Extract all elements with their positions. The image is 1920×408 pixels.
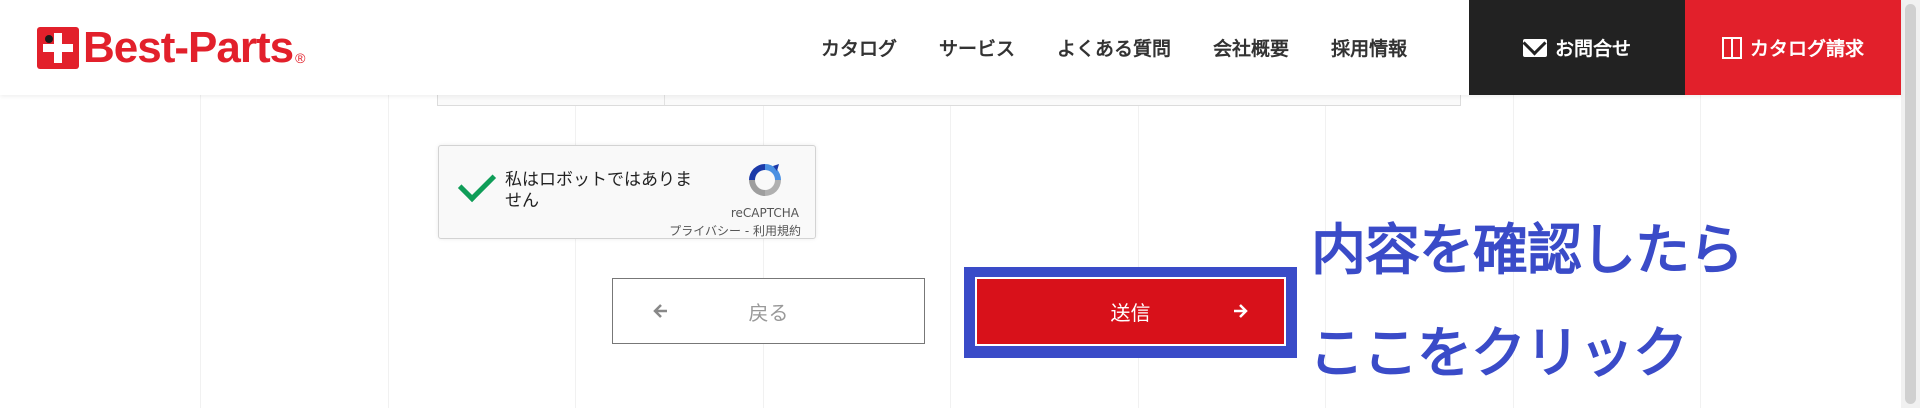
contact-label: お問合せ bbox=[1554, 38, 1631, 60]
send-label: 送信 bbox=[1110, 301, 1151, 325]
site-header: Best-Parts ® カタログ サービス よくある質問 会社概要 採用情報 … bbox=[0, 0, 1901, 95]
recaptcha-links[interactable]: プライバシー - 利用規約 bbox=[669, 222, 801, 239]
book-icon bbox=[1721, 36, 1742, 59]
logo-text: Best-Parts bbox=[83, 23, 294, 72]
checkmark-icon[interactable] bbox=[457, 163, 497, 203]
contact-button[interactable]: お問合せ bbox=[1469, 0, 1685, 95]
recaptcha-label: 私はロボットではありません bbox=[505, 170, 692, 211]
scrollbar[interactable] bbox=[1901, 0, 1920, 408]
logo-puzzle-icon bbox=[37, 27, 79, 69]
registered-mark: ® bbox=[295, 50, 306, 66]
nav-recruit[interactable]: 採用情報 bbox=[1331, 34, 1407, 61]
back-label: 戻る bbox=[748, 300, 789, 325]
catalog-request-label: カタログ請求 bbox=[1749, 38, 1864, 60]
scrollbar-thumb[interactable] bbox=[1905, 4, 1916, 404]
annotation-line-2: ここをクリック bbox=[1309, 321, 1688, 385]
main-nav: カタログ サービス よくある質問 会社概要 採用情報 bbox=[800, 0, 1428, 95]
site-logo[interactable]: Best-Parts ® bbox=[37, 24, 305, 72]
mail-icon bbox=[1522, 38, 1547, 57]
nav-company[interactable]: 会社概要 bbox=[1213, 34, 1289, 61]
recaptcha-brand: reCAPTCHA bbox=[730, 206, 799, 220]
nav-faq[interactable]: よくある質問 bbox=[1057, 34, 1171, 61]
nav-catalog[interactable]: カタログ bbox=[821, 34, 897, 61]
arrow-left-icon bbox=[653, 304, 667, 318]
nav-service[interactable]: サービス bbox=[939, 34, 1015, 61]
send-button[interactable]: 送信 bbox=[975, 277, 1286, 346]
catalog-request-button[interactable]: カタログ請求 bbox=[1685, 0, 1901, 95]
arrow-right-icon bbox=[1234, 304, 1248, 318]
recaptcha-widget: 私はロボットではありません reCAPTCHA プライバシー - 利用規約 bbox=[438, 145, 816, 239]
back-button[interactable]: 戻る bbox=[612, 278, 925, 344]
recaptcha-logo-icon bbox=[749, 164, 781, 196]
annotation-line-1: 内容を確認したら bbox=[1311, 218, 1744, 282]
